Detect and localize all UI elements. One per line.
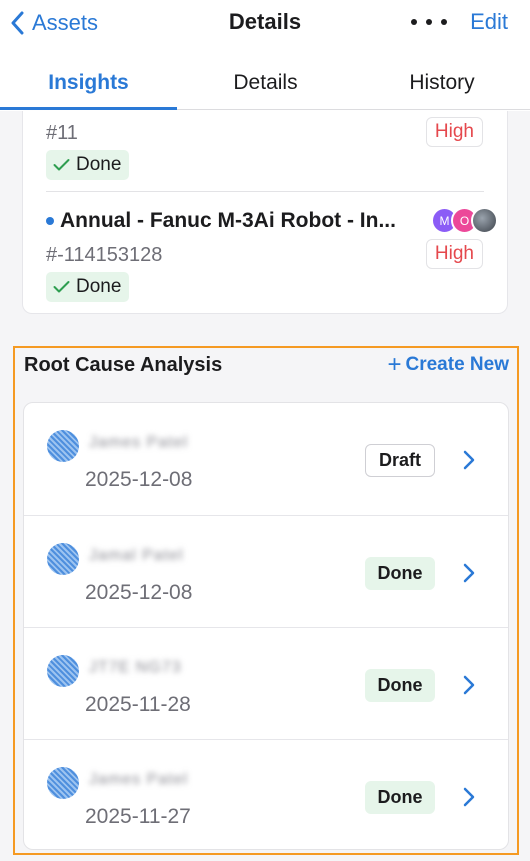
rca-list: James Patel 2025-12-08 Draft Jamal Patel… [23, 402, 509, 850]
status-badge: Done [365, 557, 435, 590]
list-item[interactable]: James Patel 2025-12-08 Draft [24, 403, 508, 515]
tab-insights[interactable]: Insights [0, 56, 177, 110]
ellipsis-icon[interactable] [411, 10, 447, 34]
author-name: JT7E NG73 [89, 659, 182, 676]
chevron-right-icon [463, 675, 475, 695]
chevron-right-icon [463, 787, 475, 807]
chevron-left-icon [11, 11, 24, 35]
priority-badge: High [425, 117, 483, 147]
plus-icon: + [387, 351, 402, 378]
work-order-number: #-114153128 [46, 244, 163, 266]
status-label: Done [76, 154, 122, 175]
tab-history[interactable]: History [354, 56, 530, 109]
scroll-content[interactable]: #11 High Done Annual - Fanuc M-3Ai Robot… [0, 111, 530, 861]
list-item[interactable]: Jamal Patel 2025-12-08 Done [24, 515, 508, 627]
back-label: Assets [32, 10, 99, 35]
author-name: James Patel [89, 434, 189, 451]
navigation-bar: Assets Details Edit [0, 0, 530, 46]
rca-date: 2025-12-08 [85, 468, 193, 491]
assignee-avatars: M O [431, 207, 498, 235]
chevron-right-icon [463, 563, 475, 583]
status-label: Done [76, 276, 122, 297]
rca-date: 2025-12-08 [85, 581, 193, 604]
avatar [47, 430, 79, 462]
checkmark-icon [53, 281, 70, 293]
avatar [47, 543, 79, 575]
author-name: Jamal Patel [89, 547, 184, 564]
segmented-tabs: Insights Details History [0, 56, 530, 110]
avatar-photo [471, 207, 498, 234]
rca-date: 2025-11-27 [85, 805, 191, 828]
work-order-title-text: Annual - Fanuc M-3Ai Robot - In... [60, 209, 396, 232]
unread-dot-icon [46, 217, 54, 225]
chevron-right-icon [463, 450, 475, 470]
list-item[interactable]: JT7E NG73 2025-11-28 Done [24, 627, 508, 739]
priority-badge: High [425, 239, 483, 269]
avatar [47, 655, 79, 687]
status-badge: Draft [365, 444, 435, 477]
list-item[interactable]: James Patel 2025-11-27 Done [24, 739, 508, 849]
avatar [47, 767, 79, 799]
back-button[interactable]: Assets [10, 7, 98, 39]
create-new-label: Create New [405, 354, 510, 375]
edit-button[interactable]: Edit [470, 9, 508, 35]
status-badge: Done [365, 669, 435, 702]
divider [46, 191, 484, 192]
create-new-button[interactable]: + Create New [387, 353, 509, 377]
status-badge: Done [365, 781, 435, 814]
work-order-number: #11 [46, 122, 78, 144]
work-orders-card: #11 High Done Annual - Fanuc M-3Ai Robot… [22, 111, 508, 314]
section-title: Root Cause Analysis [24, 354, 223, 376]
status-badge: Done [46, 150, 130, 180]
checkmark-icon [53, 159, 70, 171]
tab-details[interactable]: Details [177, 56, 354, 109]
status-badge: Done [46, 272, 130, 302]
root-cause-analysis-section: Root Cause Analysis + Create New James P… [13, 346, 519, 855]
rca-date: 2025-11-28 [85, 693, 191, 716]
author-name: James Patel [89, 771, 189, 788]
work-order-title[interactable]: Annual - Fanuc M-3Ai Robot - In... [46, 208, 436, 234]
